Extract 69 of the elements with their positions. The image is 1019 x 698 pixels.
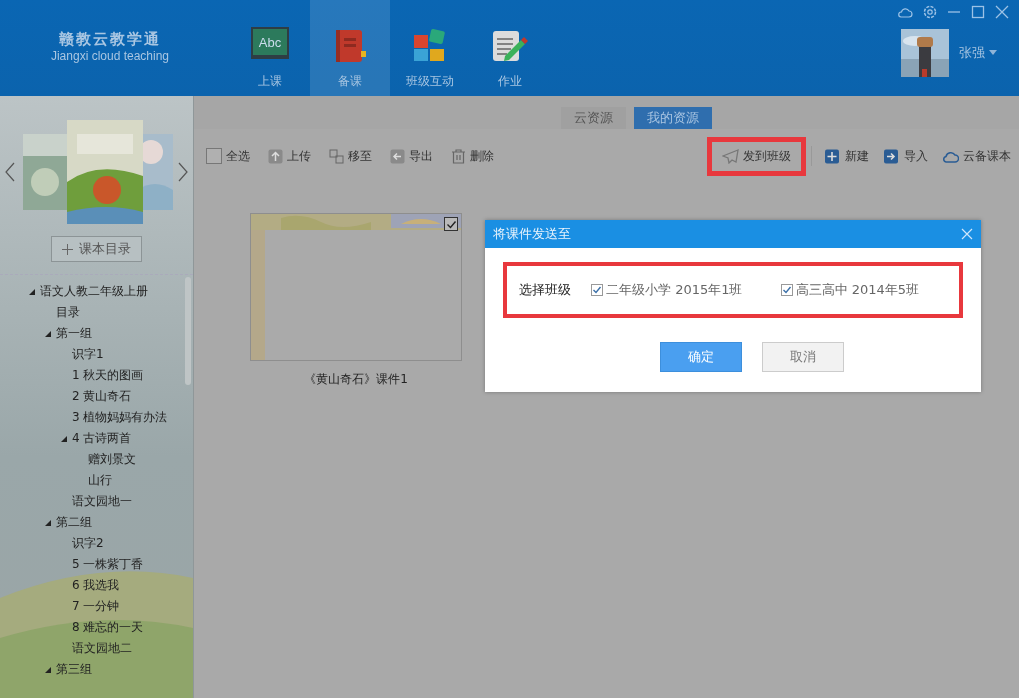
check-icon [445,218,457,230]
class-checkbox[interactable]: 高三高中 2014年5班 [780,281,919,299]
catalog-button[interactable]: 课本目录 [51,236,142,262]
tree-item[interactable]: 4 古诗两首 [72,430,132,447]
app-title: 赣教云教学通 [59,30,161,49]
scrollbar-thumb[interactable] [185,277,191,385]
tree-item[interactable]: 语文人教二年级上册 [40,283,148,300]
plus-icon [62,243,73,255]
plus-icon [824,148,841,164]
cloud-button[interactable]: 云备课本 [940,141,1013,171]
expanded-arrow-icon[interactable] [60,434,68,443]
nav-tab[interactable]: Abc 上课 [230,0,310,96]
app-subtitle: Jiangxi cloud teaching [50,49,170,63]
tree-item[interactable]: 1 秋天的图画 [72,367,144,384]
tree-item[interactable]: 2 黄山奇石 [72,388,132,405]
export-button[interactable]: 导出 [388,141,435,171]
move-button[interactable]: 移至 [327,141,374,171]
expanded-arrow-icon[interactable] [44,665,52,674]
check-icon [781,285,792,295]
delete-button[interactable]: 删除 [449,141,496,171]
select-all-checkbox[interactable]: 全选 [204,141,252,171]
check-icon [592,285,602,295]
new-button[interactable]: 新建 [822,141,871,171]
blackboard-icon: Abc [251,27,289,59]
user-name[interactable]: 张强 [959,44,985,62]
tree-item[interactable]: 第二组 [56,514,92,531]
expanded-arrow-icon[interactable] [44,518,52,527]
export-icon [390,148,405,164]
file-checkbox[interactable] [444,217,458,231]
upload-button[interactable]: 上传 [266,141,313,171]
cloud-icon[interactable] [897,6,913,18]
close-icon[interactable] [961,228,973,240]
tree-item[interactable]: 第三组 [56,661,92,678]
send-to-class-button[interactable]: 发到班级 [712,141,801,171]
settings-icon[interactable] [923,5,937,19]
tree-item[interactable]: 8 难忘的一天 [72,619,144,636]
tree-item[interactable]: 目录 [56,304,80,321]
tree-item[interactable]: 赠刘景文 [88,451,136,468]
resource-tab[interactable]: 我的资源 [634,107,712,129]
tree-item[interactable]: 识字1 [72,346,104,363]
close-icon[interactable] [995,5,1009,19]
nav-tab[interactable]: 作业 [470,0,550,96]
maximize-icon[interactable] [971,5,985,19]
tree-item[interactable]: 7 一分钟 [72,598,120,615]
import-button[interactable]: 导入 [881,141,930,171]
upload-icon [268,148,283,164]
class-checkbox[interactable]: 二年级小学 2015年1班 [591,281,743,299]
move-icon [329,148,344,164]
file-title: 《黄山奇石》课件1 [304,371,408,388]
paper-plane-icon [722,148,739,164]
tree-item[interactable]: 语文园地二 [72,640,132,657]
import-icon [883,148,900,164]
tree-item[interactable]: 3 植物妈妈有办法 [72,409,168,426]
expanded-arrow-icon[interactable] [44,329,52,338]
tree-item[interactable]: 5 一株紫丁香 [72,556,144,573]
dialog-title: 将课件发送至 [493,225,571,243]
tree-item[interactable]: 山行 [88,472,112,489]
expanded-arrow-icon[interactable] [28,287,36,296]
nav-tab[interactable]: 班级互动 [390,0,470,96]
delete-icon [451,148,466,164]
tree-item[interactable]: 6 我选我 [72,577,120,594]
blocks-icon [412,29,448,63]
cancel-button[interactable]: 取消 [762,342,844,372]
tree-item[interactable]: 语文园地一 [72,493,132,510]
field-label: 选择班级 [519,281,571,299]
caret-icon[interactable] [989,50,997,56]
notepad-icon [492,29,528,63]
tree-item[interactable]: 识字2 [72,535,104,552]
tree-item[interactable]: 第一组 [56,325,92,342]
